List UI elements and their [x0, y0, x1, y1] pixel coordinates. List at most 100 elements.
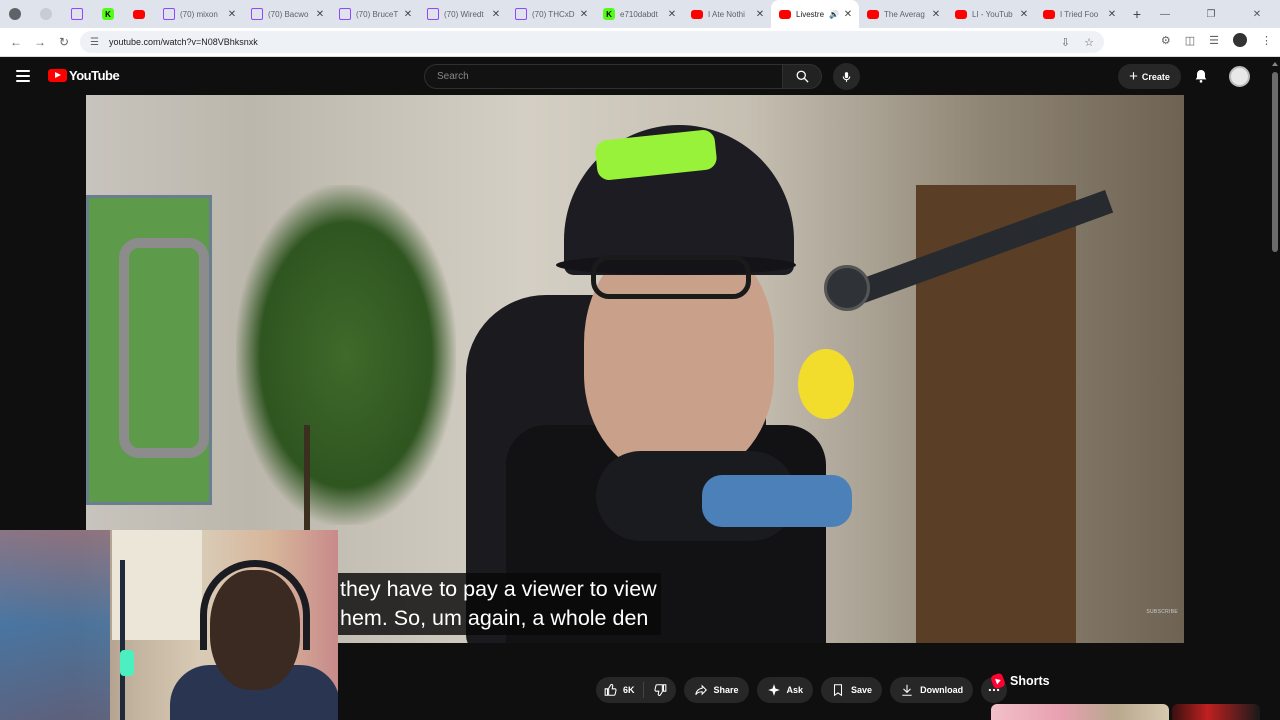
search-input[interactable]: Search [424, 64, 782, 89]
back-icon[interactable]: ← [4, 35, 28, 49]
browser-tab[interactable] [31, 0, 62, 28]
tab-title: (70) BruceT [356, 9, 399, 19]
tab-title: (70) mixon [180, 9, 218, 19]
reload-icon[interactable]: ↻ [52, 35, 76, 49]
share-icon [694, 684, 707, 696]
twitch-icon [515, 8, 527, 20]
like-dislike-group: 6K [596, 677, 676, 703]
install-app-icon[interactable]: ⇩ [1061, 36, 1070, 49]
browser-tab[interactable]: Livestre 🔊 ✕ [771, 0, 859, 28]
youtube-icon [133, 9, 145, 19]
subscribe-watermark[interactable]: SUBSCRIBE [1146, 609, 1178, 615]
browser-tab[interactable]: (70) Bacwo ✕ [243, 0, 331, 28]
url-field[interactable]: ☰ youtube.com/watch?v=N08VBhksnxk ⇩ ☆ [80, 31, 1104, 53]
shorts-icon [989, 672, 1007, 690]
tab-title: Livestre [796, 9, 825, 19]
thumbs-up-icon [604, 684, 617, 696]
browser-tab[interactable] [124, 0, 155, 28]
download-button[interactable]: Download [890, 677, 974, 703]
tab-title: The Averag [884, 9, 925, 19]
tab-close-icon[interactable]: ✕ [1105, 9, 1119, 20]
browser-tab[interactable]: (70) Wiredt ✕ [419, 0, 507, 28]
sidebar-icon[interactable]: ◫ [1185, 34, 1195, 47]
window-controls: — ❐ ✕ [1142, 0, 1280, 28]
forward-icon[interactable]: → [28, 35, 52, 49]
blank-icon [40, 8, 52, 20]
url-text: youtube.com/watch?v=N08VBhksnxk [108, 37, 258, 47]
create-label: Create [1141, 71, 1170, 82]
tab-close-icon[interactable]: ✕ [313, 9, 327, 20]
bookmark-star-icon[interactable]: ☆ [1084, 36, 1094, 49]
tab-title: (70) Wiredt [444, 9, 484, 19]
tab-title: (70) THCxD [532, 9, 575, 19]
voice-search-button[interactable] [833, 63, 860, 90]
tab-close-icon[interactable]: ✕ [225, 9, 239, 20]
twitch-icon [163, 8, 175, 20]
ask-label: Ask [786, 685, 804, 695]
browser-tab[interactable] [0, 0, 31, 28]
close-window-icon[interactable]: ✕ [1234, 9, 1280, 20]
address-bar: ← → ↻ ☰ youtube.com/watch?v=N08VBhksnxk … [0, 28, 1280, 57]
short-thumbnail[interactable] [1172, 704, 1260, 720]
create-button[interactable]: + Create [1118, 64, 1181, 89]
save-button[interactable]: Save [821, 677, 883, 703]
browser-tab[interactable]: K [93, 0, 124, 28]
scrollbar-thumb[interactable] [1272, 72, 1278, 252]
plant-trunk [304, 425, 310, 545]
browser-tab-bar: K (70) mixon ✕ (70) Bacwo ✕ (70) BruceT ✕ (70) … [0, 0, 1280, 28]
short-thumbnail[interactable] [991, 704, 1169, 720]
tab-close-icon[interactable]: ✕ [929, 9, 943, 20]
ask-button[interactable]: Ask [756, 677, 814, 703]
minimize-icon[interactable]: — [1142, 9, 1188, 20]
extensions-icon[interactable]: ⚙ [1161, 34, 1171, 47]
tab-close-icon[interactable]: ✕ [1017, 9, 1031, 20]
guide-menu-icon[interactable] [16, 70, 30, 82]
shorts-section-header: Shorts [989, 672, 1050, 690]
search-icon [796, 70, 809, 83]
toy-shelf [0, 530, 110, 720]
tab-close-icon[interactable]: ✕ [753, 9, 767, 20]
youtube-logo-text: YouTube [69, 68, 120, 83]
browser-tab[interactable]: LI - YouTub ✕ [947, 0, 1035, 28]
tab-close-icon[interactable]: ✕ [401, 9, 415, 20]
youtube-icon [867, 9, 879, 19]
browser-tab[interactable]: (70) BruceT ✕ [331, 0, 419, 28]
site-info-icon[interactable]: ☰ [90, 37, 99, 48]
twitch-icon [339, 8, 351, 20]
dislike-button[interactable] [644, 683, 676, 697]
browser-tab[interactable]: Ke710dabdt ✕ [595, 0, 683, 28]
browser-tab[interactable]: (70) THCxD ✕ [507, 0, 595, 28]
search-placeholder: Search [437, 71, 469, 82]
youtube-icon [1043, 9, 1055, 19]
tab-title: e710dabdt [620, 9, 658, 19]
blue-logo-badge [824, 265, 870, 311]
notifications-bell-icon[interactable] [1193, 68, 1209, 84]
tab-title: I Tried Foo [1060, 9, 1099, 19]
browser-tab[interactable] [62, 0, 93, 28]
tab-close-icon[interactable]: ✕ [841, 9, 855, 20]
browser-tab[interactable]: The Averag ✕ [859, 0, 947, 28]
media-controls-icon[interactable]: ☰ [1209, 34, 1219, 47]
tab-close-icon[interactable]: ✕ [665, 9, 679, 20]
browser-tab[interactable]: (70) mixon ✕ [155, 0, 243, 28]
youtube-play-icon [48, 69, 67, 82]
tab-title: (70) Bacwo [268, 9, 309, 19]
menu-icon[interactable]: ⋮ [1261, 34, 1272, 47]
search-button[interactable] [782, 64, 822, 89]
caption-line-1: they have to pay a viewer to view [340, 577, 657, 601]
account-avatar[interactable] [1229, 66, 1250, 87]
scroll-up-arrow-icon[interactable] [1272, 62, 1278, 66]
tab-close-icon[interactable]: ✕ [489, 9, 503, 20]
speaker-icon[interactable]: 🔊 [829, 10, 839, 19]
tab-close-icon[interactable]: ✕ [577, 9, 591, 20]
download-icon [902, 684, 912, 696]
microphone-band [702, 475, 852, 527]
like-button[interactable]: 6K [596, 682, 644, 698]
restore-icon[interactable]: ❐ [1188, 9, 1234, 20]
browser-tab[interactable]: I Ate Nothi ✕ [683, 0, 771, 28]
youtube-logo[interactable]: YouTube [48, 68, 120, 83]
kick-icon: K [102, 8, 114, 20]
share-button[interactable]: Share [683, 677, 749, 703]
profile-icon[interactable] [1233, 33, 1247, 47]
browser-tab[interactable]: I Tried Foo ✕ [1035, 0, 1123, 28]
